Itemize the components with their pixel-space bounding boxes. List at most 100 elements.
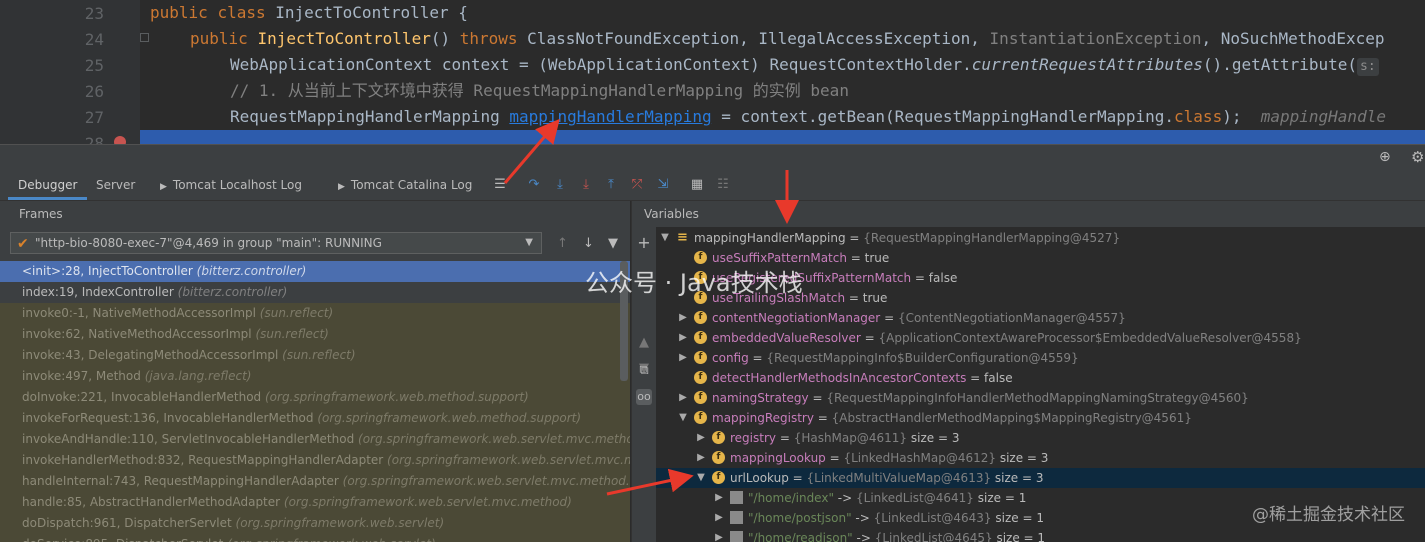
variable-row[interactable]: ▶ f mappingLookup = {LinkedHashMap@4612} s… bbox=[656, 448, 1425, 468]
list-icon: ≡ bbox=[677, 230, 688, 245]
frame-row[interactable]: handle:85, AbstractHandlerMethodAdapter … bbox=[0, 492, 630, 513]
gear-icon[interactable]: ⚙ bbox=[1411, 148, 1424, 166]
tab-server[interactable]: Server bbox=[86, 170, 145, 200]
evaluate-expression-icon[interactable]: ▦ bbox=[689, 177, 705, 193]
expand-closed-icon[interactable]: ▶ bbox=[696, 448, 706, 468]
tab-tomcat-catalina-log[interactable]: ▶ Tomcat Catalina Log bbox=[328, 170, 482, 200]
checkmark-icon: ✔ bbox=[17, 236, 29, 252]
frame-row[interactable]: invoke0:-1, NativeMethodAccessorImpl (su… bbox=[0, 303, 630, 324]
expand-closed-icon[interactable]: ▶ bbox=[714, 508, 724, 528]
code-line-27: RequestMappingHandlerMapping mappingHand… bbox=[230, 107, 1386, 126]
step-into-icon[interactable]: ⤓ bbox=[552, 177, 568, 193]
debug-title-bar: ⊕ ⚙ bbox=[0, 144, 1425, 171]
frame-row[interactable]: invokeForRequest:136, InvocableHandlerMe… bbox=[0, 408, 630, 429]
run-to-cursor-icon[interactable]: ⇲ bbox=[655, 177, 671, 193]
arrow-up-icon[interactable]: ▲ bbox=[636, 335, 652, 351]
show-execution-point-icon[interactable]: ☰ bbox=[492, 177, 508, 193]
variable-row[interactable]: ▼ f mappingRegistry = {AbstractHandlerMeth… bbox=[656, 408, 1425, 428]
arrow-down-icon[interactable]: ↓ bbox=[583, 236, 594, 251]
expand-closed-icon[interactable]: ▶ bbox=[678, 388, 688, 408]
field-icon: f bbox=[694, 411, 707, 424]
step-over-icon[interactable]: ↷ bbox=[526, 177, 542, 193]
field-icon: f bbox=[694, 311, 707, 324]
variable-row[interactable]: ▶ f embeddedValueResolver = {ApplicationCo… bbox=[656, 328, 1425, 348]
frame-row[interactable]: doService:895, DispatcherServlet (org.sp… bbox=[0, 534, 630, 542]
field-icon: f bbox=[694, 371, 707, 384]
trace-icon[interactable]: ☷ bbox=[715, 177, 731, 193]
editor-gutter: 23 24 25 26 27 28 bbox=[0, 0, 140, 144]
variable-row[interactable]: f detectHandlerMethodsInAncestorContexts … bbox=[656, 368, 1425, 388]
field-icon: f bbox=[694, 391, 707, 404]
variable-link[interactable]: mappingHandlerMapping bbox=[509, 107, 711, 126]
corner-watermark: @稀土掘金技术社区 bbox=[1252, 505, 1405, 525]
glasses-icon[interactable]: oo bbox=[636, 389, 652, 405]
code-line-26: // 1. 从当前上下文环境中获得 RequestMappingHandlerM… bbox=[230, 81, 849, 100]
expand-closed-icon[interactable]: ▶ bbox=[714, 528, 724, 542]
variable-row[interactable]: ▶ f config = {RequestMappingInfo$BuilderCo… bbox=[656, 348, 1425, 368]
current-execution-line bbox=[140, 130, 1425, 144]
expand-closed-icon[interactable]: ▶ bbox=[714, 488, 724, 508]
frame-row[interactable]: invoke:62, NativeMethodAccessorImpl (sun… bbox=[0, 324, 630, 345]
expand-closed-icon[interactable]: ▶ bbox=[678, 308, 688, 328]
parameter-hint: s: bbox=[1357, 58, 1379, 76]
code-line-24: public InjectToController() throws Class… bbox=[190, 29, 1385, 48]
inline-value-hint: mappingHandle bbox=[1260, 107, 1386, 126]
tab-debugger[interactable]: Debugger bbox=[8, 170, 88, 200]
variable-row[interactable]: ▼ ≡ mappingHandlerMapping = {RequestMappin… bbox=[656, 228, 1425, 248]
settings-target-icon[interactable]: ⊕ bbox=[1379, 149, 1391, 165]
variable-row[interactable]: ▶ f namingStrategy = {RequestMappingInfoHa… bbox=[656, 388, 1425, 408]
expand-open-icon[interactable]: ▼ bbox=[678, 408, 688, 428]
entry-icon bbox=[730, 491, 743, 504]
field-icon: f bbox=[712, 471, 725, 484]
frame-row[interactable]: doDispatch:961, DispatcherServlet (org.s… bbox=[0, 513, 630, 534]
variable-row[interactable]: ▶ f contentNegotiationManager = {ContentNe… bbox=[656, 308, 1425, 328]
field-icon: f bbox=[712, 451, 725, 464]
chevron-down-icon[interactable]: ▼ bbox=[525, 233, 533, 253]
breakpoint-icon[interactable] bbox=[114, 136, 126, 144]
expand-open-icon[interactable]: ▼ bbox=[696, 468, 706, 488]
thread-selector[interactable]: ✔ "http-bio-8080-exec-7"@4,469 in group … bbox=[10, 232, 542, 254]
field-icon: f bbox=[694, 351, 707, 364]
force-step-into-icon[interactable]: ⤓ bbox=[578, 177, 594, 193]
frames-panel: Frames ✔ "http-bio-8080-exec-7"@4,469 in… bbox=[0, 201, 630, 542]
variable-row[interactable]: ▶ "/home/readjson" -> {LinkedList@4645} s… bbox=[656, 528, 1425, 542]
frame-row[interactable]: handleInternal:743, RequestMappingHandle… bbox=[0, 471, 630, 492]
frame-row[interactable]: invoke:497, Method (java.lang.reflect) bbox=[0, 366, 630, 387]
variable-row[interactable]: ▼ f urlLookup = {LinkedMultiValueMap@4613}… bbox=[656, 468, 1425, 488]
frames-title: Frames bbox=[19, 207, 63, 221]
line-number: 24 bbox=[84, 30, 104, 49]
code-line-25: WebApplicationContext context = (WebAppl… bbox=[230, 52, 1379, 78]
line-number: 23 bbox=[84, 4, 104, 23]
frame-row[interactable]: index:19, IndexController (bitterz.contr… bbox=[0, 282, 630, 303]
frame-row[interactable]: invokeHandlerMethod:832, RequestMappingH… bbox=[0, 450, 630, 471]
line-number: 28 bbox=[84, 134, 104, 144]
expand-closed-icon[interactable]: ▶ bbox=[696, 428, 706, 448]
arrow-up-icon[interactable]: ↑ bbox=[557, 236, 568, 251]
entry-icon bbox=[730, 511, 743, 524]
line-number: 25 bbox=[84, 56, 104, 75]
watermark: 公众号 · Java技术栈 bbox=[585, 269, 803, 297]
drop-frame-icon[interactable]: ⤱ bbox=[629, 177, 645, 193]
line-number: 26 bbox=[84, 82, 104, 101]
tab-tomcat-localhost-log[interactable]: ▶ Tomcat Localhost Log bbox=[150, 170, 312, 200]
expand-closed-icon[interactable]: ▶ bbox=[678, 328, 688, 348]
frame-row[interactable]: invoke:43, DelegatingMethodAccessorImpl … bbox=[0, 345, 630, 366]
fold-marker-icon[interactable] bbox=[140, 33, 149, 42]
variable-row[interactable]: ▶ f registry = {HashMap@4611} size = 3 bbox=[656, 428, 1425, 448]
console-icon: ▶ bbox=[160, 182, 167, 192]
expand-closed-icon[interactable]: ▶ bbox=[678, 348, 688, 368]
entry-icon bbox=[730, 531, 743, 542]
expand-open-icon[interactable]: ▼ bbox=[660, 228, 670, 248]
add-watch-icon[interactable]: + bbox=[636, 235, 652, 251]
frame-row[interactable]: doInvoke:221, InvocableHandlerMethod (or… bbox=[0, 387, 630, 408]
code-editor[interactable]: 23 24 25 26 27 28 public class InjectToC… bbox=[0, 0, 1425, 144]
code-line-23: public class InjectToController { bbox=[150, 3, 468, 22]
frame-row[interactable]: invokeAndHandle:110, ServletInvocableHan… bbox=[0, 429, 630, 450]
copy-icon[interactable]: ⧉ bbox=[636, 363, 652, 379]
variables-title: Variables bbox=[632, 201, 1425, 227]
filter-icon[interactable]: ▼ bbox=[608, 236, 618, 251]
step-out-icon[interactable]: ⤒ bbox=[603, 177, 619, 193]
console-icon: ▶ bbox=[338, 182, 345, 192]
frame-row[interactable]: <init>:28, InjectToController (bitterz.c… bbox=[0, 261, 630, 282]
line-number: 27 bbox=[84, 108, 104, 127]
